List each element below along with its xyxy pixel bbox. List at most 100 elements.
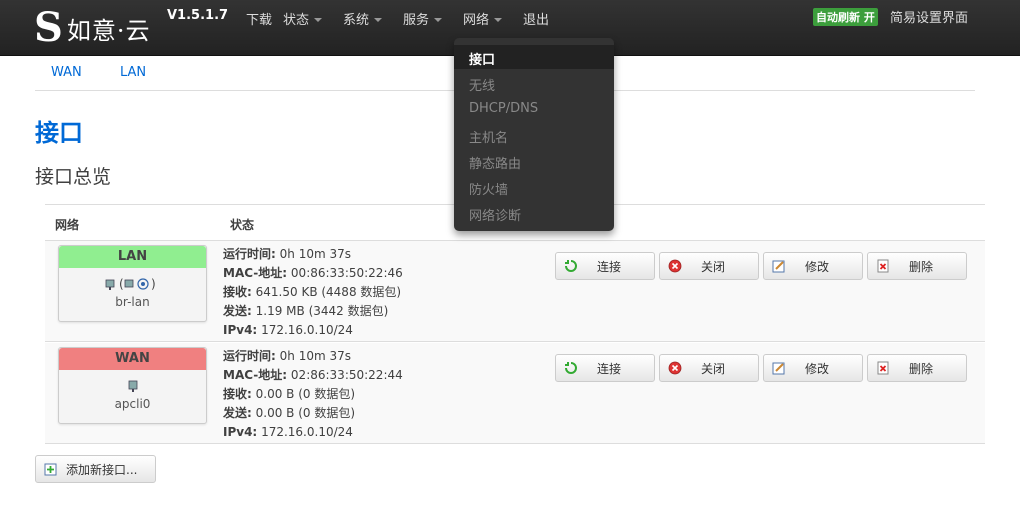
nav-services[interactable]: 服务 xyxy=(403,9,443,28)
tx-label: 发送: xyxy=(223,304,252,318)
network-box-wan: WAN apcli0 xyxy=(58,347,207,424)
rx-label: 接收: xyxy=(223,285,252,299)
section-title: 接口总览 xyxy=(35,166,112,188)
nav-services-label: 服务 xyxy=(403,13,430,28)
chevron-down-icon xyxy=(434,17,443,22)
menu-item-dhcp-dns[interactable]: DHCP/DNS xyxy=(469,101,538,116)
stop-button[interactable]: 关闭 xyxy=(659,252,759,280)
tx-label: 发送: xyxy=(223,406,252,420)
page-title: 接口 xyxy=(35,119,83,147)
auto-refresh-toggle[interactable]: 自动刷新 开 xyxy=(813,8,878,26)
rx-value: 0.00 B (0 数据包) xyxy=(255,387,356,401)
nav-network[interactable]: 网络 xyxy=(463,9,503,28)
tab-wan[interactable]: WAN xyxy=(51,65,82,80)
stop-icon xyxy=(668,361,682,375)
network-box-lan: LAN ( ) br-lan xyxy=(58,245,207,322)
stop-button[interactable]: 关闭 xyxy=(659,354,759,382)
ipv4-label: IPv4: xyxy=(223,323,258,337)
refresh-icon xyxy=(565,362,577,374)
status-line: MAC-地址: 02:86:33:50:22:44 xyxy=(223,366,403,385)
status-line: 运行时间: 0h 10m 37s xyxy=(223,347,403,366)
delete-label: 删除 xyxy=(908,361,933,376)
nav-download[interactable]: 下载 xyxy=(246,9,272,28)
connect-button[interactable]: 连接 xyxy=(555,252,655,280)
add-interface-button[interactable]: 添加新接口... xyxy=(35,455,156,483)
chevron-down-icon xyxy=(494,17,503,22)
stop-label: 关闭 xyxy=(700,361,725,376)
table-row-lan: LAN ( ) br-lan 运行时间: 0h 10m 37s MAC-地址: … xyxy=(45,241,985,342)
edit-button[interactable]: 修改 xyxy=(763,252,863,280)
network-name-wan: WAN xyxy=(59,348,206,370)
status-line: IPv4: 172.16.0.10/24 xyxy=(223,321,403,340)
delete-icon xyxy=(877,259,889,273)
delete-button[interactable]: 删除 xyxy=(867,354,967,382)
rx-label: 接收: xyxy=(223,387,252,401)
status-line: 运行时间: 0h 10m 37s xyxy=(223,245,403,264)
status-info-lan: 运行时间: 0h 10m 37s MAC-地址: 00:86:33:50:22:… xyxy=(223,245,403,340)
menu-item-static-routes[interactable]: 静态路由 xyxy=(469,153,521,172)
svg-text:): ) xyxy=(151,277,156,291)
uptime-label: 运行时间: xyxy=(223,349,276,363)
brand-logo[interactable]: S 如意·云 xyxy=(34,8,151,48)
status-line: 发送: 0.00 B (0 数据包) xyxy=(223,404,403,423)
ipv4-label: IPv4: xyxy=(223,425,258,439)
table-row-wan: WAN apcli0 运行时间: 0h 10m 37s MAC-地址: 02:8… xyxy=(45,343,985,444)
simple-ui-link[interactable]: 简易设置界面 xyxy=(890,7,968,26)
nav-logout[interactable]: 退出 xyxy=(523,9,549,28)
tab-lan[interactable]: LAN xyxy=(120,65,146,80)
edit-icon xyxy=(772,362,785,375)
nav-system[interactable]: 系统 xyxy=(343,9,383,28)
tx-value: 1.19 MB (3442 数据包) xyxy=(255,304,389,318)
status-info-wan: 运行时间: 0h 10m 37s MAC-地址: 02:86:33:50:22:… xyxy=(223,347,403,442)
connect-button[interactable]: 连接 xyxy=(555,354,655,382)
header-status: 状态 xyxy=(230,218,255,232)
ipv4-value: 172.16.0.10/24 xyxy=(261,323,353,337)
edit-button[interactable]: 修改 xyxy=(763,354,863,382)
status-line: MAC-地址: 00:86:33:50:22:46 xyxy=(223,264,403,283)
status-line: 接收: 641.50 KB (4488 数据包) xyxy=(223,283,403,302)
refresh-icon xyxy=(565,260,577,272)
uptime-label: 运行时间: xyxy=(223,247,276,261)
chevron-down-icon xyxy=(314,17,323,22)
menu-item-firewall[interactable]: 防火墙 xyxy=(469,179,508,198)
mac-label: MAC-地址: xyxy=(223,368,288,382)
menu-item-interfaces[interactable]: 接口 xyxy=(469,49,495,68)
menu-item-diagnostics[interactable]: 网络诊断 xyxy=(469,205,521,224)
add-icon xyxy=(44,463,57,476)
uptime-value: 0h 10m 37s xyxy=(279,247,351,261)
interface-name-lan: br-lan xyxy=(115,295,150,309)
edit-label: 修改 xyxy=(804,361,829,376)
stop-icon xyxy=(668,259,682,273)
connect-label: 连接 xyxy=(596,361,621,376)
interface-table: 网络 状态 LAN ( ) br-lan 运行时间: 0h 10m 37s MA… xyxy=(45,204,985,445)
nav-network-label: 网络 xyxy=(463,13,490,28)
logo-letter: S xyxy=(34,4,63,51)
nav-system-label: 系统 xyxy=(343,13,370,28)
uptime-value: 0h 10m 37s xyxy=(279,349,351,363)
ethernet-icon xyxy=(128,380,137,392)
mac-value: 02:86:33:50:22:44 xyxy=(290,368,403,382)
delete-button[interactable]: 删除 xyxy=(867,252,967,280)
nav-status-label: 状态 xyxy=(283,13,310,28)
menu-item-hostnames[interactable]: 主机名 xyxy=(469,127,508,146)
status-line: IPv4: 172.16.0.10/24 xyxy=(223,423,403,442)
brand-name: 如意·云 xyxy=(66,16,151,45)
add-interface-label: 添加新接口... xyxy=(66,462,138,477)
mac-value: 00:86:33:50:22:46 xyxy=(290,266,403,280)
stop-label: 关闭 xyxy=(700,259,725,274)
connect-label: 连接 xyxy=(596,259,621,274)
ethernet-icon: ( ) xyxy=(105,277,156,291)
nav-status[interactable]: 状态 xyxy=(283,9,323,28)
status-line: 发送: 1.19 MB (3442 数据包) xyxy=(223,302,403,321)
firmware-version: V1.5.1.7 xyxy=(167,8,229,23)
network-name-lan: LAN xyxy=(59,246,206,268)
mac-label: MAC-地址: xyxy=(223,266,288,280)
header-network: 网络 xyxy=(55,218,80,232)
delete-label: 删除 xyxy=(908,259,933,274)
rx-value: 641.50 KB (4488 数据包) xyxy=(255,285,402,299)
edit-label: 修改 xyxy=(804,259,829,274)
network-box-body: ( ) br-lan xyxy=(59,268,206,309)
menu-item-wireless[interactable]: 无线 xyxy=(469,75,495,94)
network-box-body: apcli0 xyxy=(59,370,206,411)
network-dropdown-menu: 接口 无线 DHCP/DNS 主机名 静态路由 防火墙 网络诊断 xyxy=(454,38,614,231)
